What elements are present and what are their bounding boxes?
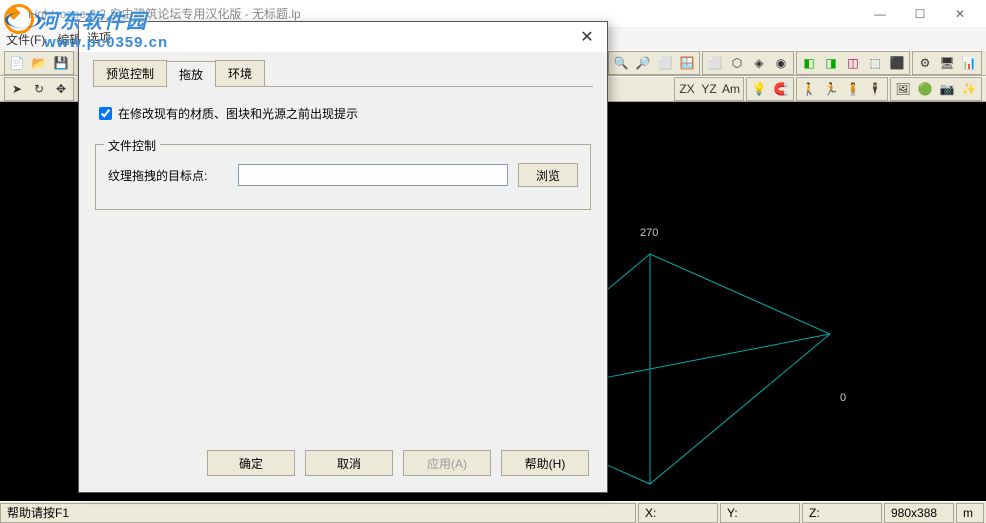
- render-icon[interactable]: 📷: [936, 79, 958, 99]
- cube-icon[interactable]: ⬜: [704, 53, 726, 73]
- tool-icon[interactable]: 🔎: [632, 53, 654, 73]
- light-icon[interactable]: 💡: [748, 79, 770, 99]
- browse-button[interactable]: 浏览: [518, 163, 578, 187]
- help-button[interactable]: 帮助(H): [501, 450, 589, 476]
- menu-file[interactable]: 文件(F): [6, 31, 45, 48]
- magnet-icon[interactable]: 🧲: [770, 79, 792, 99]
- box-icon[interactable]: ◫: [842, 53, 864, 73]
- status-x: X:: [638, 503, 718, 523]
- aim-button[interactable]: Am: [720, 79, 742, 99]
- walk-icon[interactable]: 🚶: [798, 79, 820, 99]
- rotate-icon[interactable]: ↻: [28, 79, 50, 99]
- status-y: Y:: [720, 503, 800, 523]
- status-z: Z:: [802, 503, 882, 523]
- tool-icon[interactable]: 🔍: [610, 53, 632, 73]
- window-title: Lightscape 3.2 自由建筑论坛专用汉化版 - 无标题.lp: [28, 5, 301, 22]
- cube-icon[interactable]: ⬡: [726, 53, 748, 73]
- apply-button[interactable]: 应用(A): [403, 450, 491, 476]
- panel-icon[interactable]: 🖥: [936, 53, 958, 73]
- walk-icon[interactable]: 🧍: [842, 79, 864, 99]
- tool-icon[interactable]: ⬜: [654, 53, 676, 73]
- open-icon[interactable]: 📂: [28, 53, 50, 73]
- render-icon[interactable]: 🟢: [914, 79, 936, 99]
- status-res: 980x388: [884, 503, 954, 523]
- axis-label: 0: [840, 392, 846, 404]
- cancel-button[interactable]: 取消: [305, 450, 393, 476]
- walk-icon[interactable]: 🏃: [820, 79, 842, 99]
- yz-button[interactable]: YZ: [698, 79, 720, 99]
- prompt-checkbox[interactable]: [99, 107, 112, 120]
- dialog-tabs: 预览控制 拖放 环境: [93, 60, 593, 87]
- cube-icon[interactable]: ◈: [748, 53, 770, 73]
- status-help: 帮助请按F1: [0, 503, 636, 523]
- new-icon[interactable]: 📄: [6, 53, 28, 73]
- dialog-title: 选项: [87, 29, 111, 46]
- move-icon[interactable]: ✥: [50, 79, 72, 99]
- options-dialog: 选项 ✕ 预览控制 拖放 环境 在修改现有的材质、图块和光源之前出现提示 文件控…: [78, 21, 608, 493]
- panel-icon[interactable]: 📊: [958, 53, 980, 73]
- save-icon[interactable]: 💾: [50, 53, 72, 73]
- drag-target-input[interactable]: [238, 164, 508, 186]
- file-control-fieldset: 文件控制 纹理拖拽的目标点: 浏览: [95, 144, 591, 210]
- dialog-titlebar[interactable]: 选项 ✕: [79, 22, 607, 52]
- prompt-checkbox-label: 在修改现有的材质、图块和光源之前出现提示: [118, 105, 358, 122]
- tab-env[interactable]: 环境: [215, 60, 265, 86]
- statusbar: 帮助请按F1 X: Y: Z: 980x388 m: [0, 501, 986, 523]
- cube-icon[interactable]: ◉: [770, 53, 792, 73]
- drag-target-label: 纹理拖拽的目标点:: [108, 167, 228, 184]
- box-icon[interactable]: ⬚: [864, 53, 886, 73]
- maximize-button[interactable]: ☐: [900, 2, 940, 26]
- gear-icon[interactable]: ⚙: [914, 53, 936, 73]
- tab-drag[interactable]: 拖放: [166, 61, 216, 87]
- box-icon[interactable]: ⬛: [886, 53, 908, 73]
- box-icon[interactable]: ◨: [820, 53, 842, 73]
- app-icon: 🔶: [6, 6, 22, 22]
- ok-button[interactable]: 确定: [207, 450, 295, 476]
- arrow-icon[interactable]: ➤: [6, 79, 28, 99]
- box-icon[interactable]: ◧: [798, 53, 820, 73]
- status-unit: m: [956, 503, 984, 523]
- render-icon[interactable]: ✨: [958, 79, 980, 99]
- close-button[interactable]: ✕: [940, 2, 980, 26]
- zx-button[interactable]: ZX: [676, 79, 698, 99]
- dialog-close-button[interactable]: ✕: [575, 25, 599, 49]
- render-icon[interactable]: 🖼: [892, 79, 914, 99]
- minimize-button[interactable]: —: [860, 2, 900, 26]
- walk-icon[interactable]: 🕴: [864, 79, 886, 99]
- axis-label: 270: [640, 227, 658, 239]
- fieldset-legend: 文件控制: [104, 137, 160, 154]
- tool-icon[interactable]: 🪟: [676, 53, 698, 73]
- tab-preview[interactable]: 预览控制: [93, 60, 167, 86]
